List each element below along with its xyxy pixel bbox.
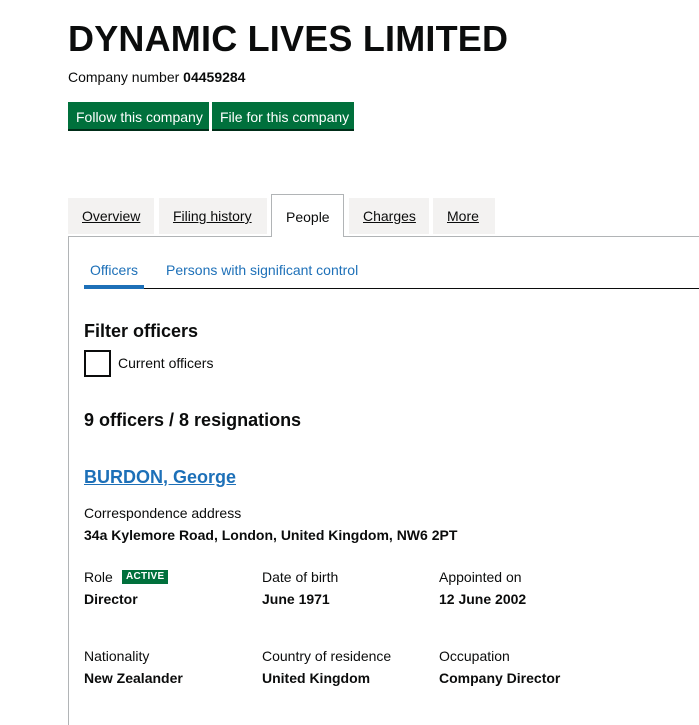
subnav-divider bbox=[84, 288, 699, 289]
company-number-value: 04459284 bbox=[183, 69, 246, 85]
filter-heading: Filter officers bbox=[84, 321, 199, 341]
country-of-residence-label: Country of residence bbox=[262, 648, 392, 664]
date-of-birth-label: Date of birth bbox=[262, 569, 339, 585]
subtab-persons-with-significant-control[interactable]: Persons with significant control bbox=[166, 262, 358, 278]
company-number-label: Company number bbox=[68, 69, 180, 85]
tab-overview[interactable]: Overview bbox=[68, 198, 154, 234]
company-number: Company number 04459284 bbox=[68, 69, 245, 85]
date-of-birth-value: June 1971 bbox=[262, 591, 330, 607]
officers-count-heading: 9 officers / 8 resignations bbox=[84, 410, 302, 430]
subtab-officers[interactable]: Officers bbox=[90, 262, 138, 278]
correspondence-address-value: 34a Kylemore Road, London, United Kingdo… bbox=[84, 527, 458, 543]
occupation-value: Company Director bbox=[439, 670, 561, 686]
occupation-label: Occupation bbox=[439, 648, 510, 664]
correspondence-address-label: Correspondence address bbox=[84, 505, 242, 521]
nationality-value: New Zealander bbox=[84, 670, 183, 686]
role-value: Director bbox=[84, 591, 138, 607]
appointed-on-label: Appointed on bbox=[439, 569, 522, 585]
company-name: DYNAMIC LIVES LIMITED bbox=[68, 18, 509, 59]
follow-company-button[interactable]: Follow this company bbox=[68, 102, 209, 131]
tab-charges[interactable]: Charges bbox=[349, 198, 429, 234]
tab-filing-history[interactable]: Filing history bbox=[159, 198, 267, 234]
tab-more[interactable]: More bbox=[433, 198, 495, 234]
current-officers-checkbox[interactable] bbox=[84, 350, 111, 377]
current-officers-label[interactable]: Current officers bbox=[118, 355, 213, 371]
subtab-active-indicator bbox=[84, 285, 144, 289]
tab-people[interactable]: People bbox=[271, 194, 344, 237]
country-of-residence-value: United Kingdom bbox=[262, 670, 371, 686]
file-for-company-button[interactable]: File for this company bbox=[212, 102, 354, 131]
appointed-on-value: 12 June 2002 bbox=[439, 591, 527, 607]
role-label: Role bbox=[84, 569, 113, 585]
nationality-label: Nationality bbox=[84, 648, 150, 664]
status-badge: ACTIVE bbox=[122, 570, 169, 584]
officer-name-link[interactable]: BURDON, George bbox=[84, 467, 236, 488]
